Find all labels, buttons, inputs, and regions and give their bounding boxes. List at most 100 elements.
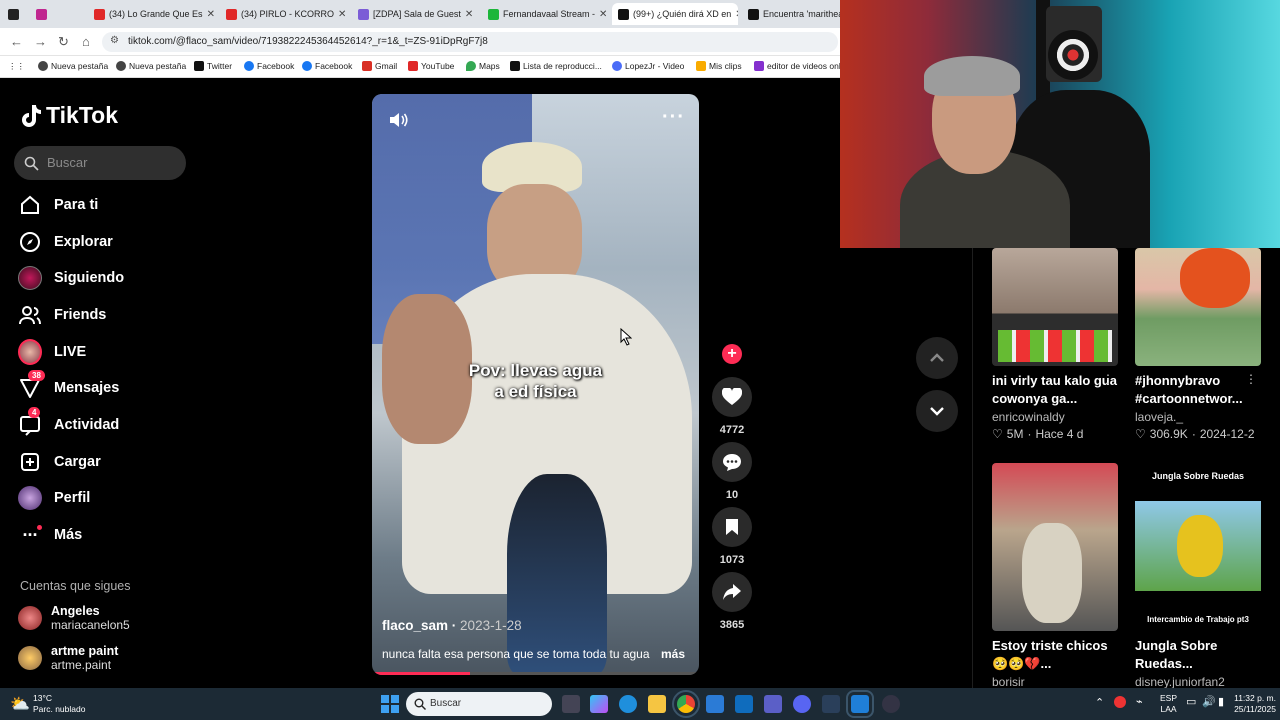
- avatar: [18, 606, 42, 630]
- browser-tab[interactable]: (34) PIRLO - KCORRO ✕: [220, 3, 350, 25]
- obs-icon[interactable]: [882, 695, 900, 713]
- bookmark-item[interactable]: Nueva pestaña: [116, 61, 186, 71]
- more-options-icon[interactable]: ⋮: [1245, 372, 1257, 386]
- avatar: [18, 646, 42, 670]
- bookmark-item[interactable]: LopezJr - Video: [612, 61, 684, 71]
- video-author[interactable]: flaco_sam · 2023-1-28: [382, 618, 522, 633]
- heart-outline-icon: ♡: [992, 427, 1003, 442]
- save-button[interactable]: 1073: [711, 507, 753, 566]
- language-indicator[interactable]: ESP LAA: [1160, 693, 1177, 715]
- reload-icon[interactable]: ↻: [58, 34, 69, 50]
- bookmark-item[interactable]: Mis clips: [696, 61, 742, 71]
- more-options-icon[interactable]: ···: [662, 106, 685, 129]
- store-icon[interactable]: [706, 695, 724, 713]
- clock[interactable]: 11:32 p. m. 25/11/2025: [1226, 693, 1276, 715]
- follow-button[interactable]: +: [711, 344, 753, 364]
- comment-button[interactable]: 10: [711, 442, 753, 501]
- edge-icon[interactable]: [619, 695, 637, 713]
- nav-perfil[interactable]: Perfil: [18, 483, 90, 513]
- close-icon[interactable]: ✕: [338, 9, 346, 20]
- close-icon[interactable]: ✕: [207, 9, 215, 20]
- chrome-icon[interactable]: [672, 690, 700, 718]
- bookmark-item[interactable]: Facebook: [302, 61, 352, 71]
- following-account[interactable]: artme paint artme.paint: [18, 644, 118, 672]
- windows-start-icon[interactable]: [381, 695, 399, 713]
- apps-icon[interactable]: ⋮⋮: [8, 61, 25, 72]
- nav-actividad[interactable]: 4 Actividad: [18, 407, 119, 440]
- discord-icon[interactable]: [793, 695, 811, 713]
- following-account[interactable]: Angeles mariacanelon5: [18, 604, 130, 632]
- home-icon[interactable]: ⌂: [82, 34, 90, 49]
- weather-widget[interactable]: 13°C Parc. nublado: [33, 693, 85, 715]
- related-video-card[interactable]: Estoy triste chicos 🥺🥺💔... borisir: [992, 463, 1118, 689]
- teams-icon[interactable]: [764, 695, 782, 713]
- more-button[interactable]: más: [661, 647, 685, 661]
- nav-siguiendo[interactable]: Siguiendo: [18, 263, 124, 293]
- related-video-card[interactable]: ini virly tau kalo gua cowonya ga... ⋮ e…: [992, 248, 1118, 441]
- mail-icon[interactable]: [735, 695, 753, 713]
- search-icon: [24, 156, 39, 171]
- previous-video-button[interactable]: [916, 337, 958, 379]
- webcam-hair: [924, 56, 1020, 96]
- nav-explorar[interactable]: Explorar: [18, 227, 113, 257]
- volume-icon[interactable]: [388, 110, 410, 130]
- video-progress-bar[interactable]: [372, 672, 699, 675]
- browser-tab[interactable]: [ZDPA] Sala de Guest ✕: [352, 3, 478, 25]
- tab-pinned-2[interactable]: [30, 3, 85, 25]
- browser-tab[interactable]: Encuentra 'marithea: [742, 3, 840, 25]
- tray-app-icon[interactable]: [1114, 696, 1126, 708]
- wifi-icon[interactable]: ▭: [1186, 695, 1196, 708]
- share-button[interactable]: 3865: [711, 572, 753, 631]
- browser-tab-active[interactable]: (99+) ¿Quién dirá XD en✕: [612, 3, 738, 25]
- steam-icon[interactable]: [822, 695, 840, 713]
- forward-icon[interactable]: →: [34, 34, 47, 49]
- tab-label: (99+) ¿Quién dirá XD en: [633, 9, 732, 19]
- bookmark-item[interactable]: Twitter: [194, 61, 232, 71]
- network-tray-icon[interactable]: ⌁: [1136, 695, 1143, 708]
- bookmark-item[interactable]: Gmail: [362, 61, 397, 71]
- volume-icon[interactable]: 🔊: [1202, 695, 1216, 708]
- mouse-cursor-icon: [620, 328, 632, 346]
- stream-app-icon[interactable]: [846, 690, 874, 718]
- nav-mas[interactable]: ··· Más: [18, 520, 83, 550]
- close-icon[interactable]: ✕: [599, 9, 607, 20]
- browser-tab[interactable]: (34) Lo Grande Que Es ✕: [88, 3, 220, 25]
- chevron-up-icon[interactable]: ⌃: [1095, 696, 1104, 709]
- bookmark-item[interactable]: Nueva pestaña: [38, 61, 108, 71]
- view-count: 306.9K: [1149, 427, 1188, 442]
- related-video-card[interactable]: #jhonnybravo #cartoonnetwor... ⋮ laoveja…: [1135, 248, 1261, 441]
- bookmark-item[interactable]: editor de videos onl: [754, 61, 841, 71]
- browser-tab[interactable]: Fernandavaal Stream - ✕: [482, 3, 608, 25]
- bookmark-item[interactable]: YouTube: [408, 61, 454, 71]
- video-player[interactable]: ··· Pov: llevas agua a ed física flaco_s…: [372, 94, 699, 675]
- bookmark-item[interactable]: Maps: [466, 61, 500, 71]
- nav-cargar[interactable]: Cargar: [18, 447, 101, 477]
- nav-mensajes[interactable]: 38 Mensajes: [18, 370, 119, 403]
- search-input[interactable]: Buscar: [14, 146, 186, 180]
- nav-friends[interactable]: Friends: [18, 300, 106, 330]
- close-icon[interactable]: ✕: [735, 9, 738, 20]
- app-icon: [36, 8, 47, 20]
- more-options-icon[interactable]: ⋮: [1102, 372, 1114, 386]
- next-video-button[interactable]: [916, 390, 958, 432]
- like-button[interactable]: 4772: [711, 377, 753, 436]
- task-view-icon[interactable]: [562, 695, 580, 713]
- tab-pinned-1[interactable]: [2, 3, 24, 25]
- nav-para-ti[interactable]: Para ti: [18, 190, 98, 220]
- back-icon[interactable]: ←: [10, 34, 23, 49]
- weather-icon[interactable]: ⛅: [10, 694, 30, 714]
- bookmark-item[interactable]: Facebook: [244, 61, 294, 71]
- battery-icon[interactable]: ▮: [1218, 695, 1224, 708]
- site-info-icon[interactable]: ⚙: [110, 35, 119, 46]
- taskbar-search[interactable]: Buscar: [406, 692, 552, 716]
- bookmark-item[interactable]: Lista de reproducci...: [510, 61, 602, 71]
- share-icon: [712, 572, 752, 612]
- related-video-card[interactable]: Jungla Sobre Ruedas Intercambio de Traba…: [1135, 463, 1261, 689]
- copilot-icon[interactable]: [590, 695, 608, 713]
- taskbar-search-placeholder: Buscar: [430, 698, 462, 709]
- close-icon[interactable]: ✕: [465, 9, 473, 20]
- nav-live[interactable]: LIVE: [18, 337, 86, 367]
- windows-taskbar: ⛅ 13°C Parc. nublado Buscar ⌃ ⌁ ESP LAA …: [0, 688, 1280, 720]
- tiktok-logo[interactable]: TikTok: [20, 102, 118, 129]
- file-explorer-icon[interactable]: [648, 695, 666, 713]
